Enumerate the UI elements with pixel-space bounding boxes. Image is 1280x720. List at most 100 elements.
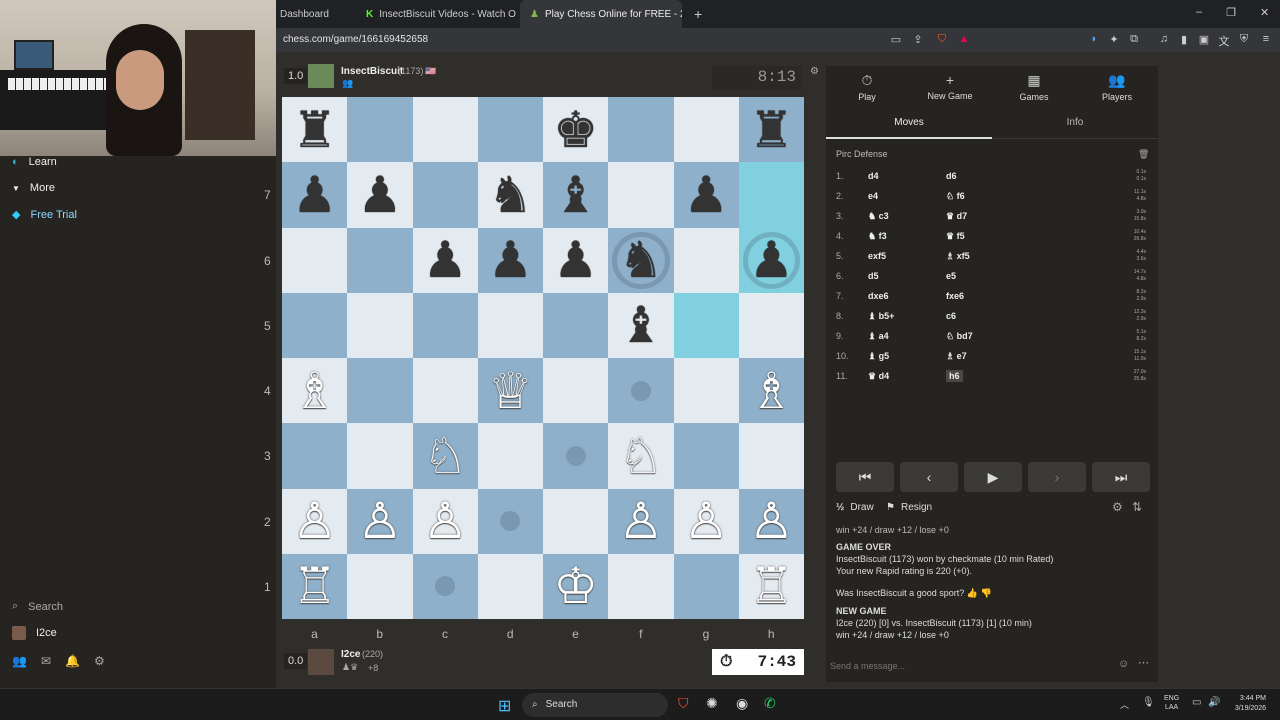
square-d7[interactable]: ♞ <box>477 162 543 228</box>
square-a3[interactable] <box>282 423 348 489</box>
black-piece[interactable]: ♟ <box>292 170 337 220</box>
square-g3[interactable] <box>673 423 739 489</box>
square-e6[interactable]: ♟ <box>543 227 609 293</box>
square-h6[interactable]: ♟ <box>738 227 804 293</box>
vpn-icon[interactable]: ⛨ <box>1236 33 1252 46</box>
last-move-button[interactable]: ⏭ <box>1092 462 1150 492</box>
white-move[interactable]: d5 <box>868 271 946 281</box>
settings-icon[interactable]: ⚙ <box>810 66 819 77</box>
play-button[interactable]: ▶ <box>964 462 1022 492</box>
black-piece[interactable]: ♟ <box>357 170 402 220</box>
white-piece[interactable]: ♖ <box>749 561 794 611</box>
thumbs-down-icon[interactable]: 👎 <box>980 588 991 598</box>
square-g4[interactable] <box>673 358 739 424</box>
tab-insectbiscuit-videos[interactable]: KInsectBiscuit Videos - Watch On-Dem <box>356 0 516 28</box>
white-piece[interactable]: ♙ <box>357 496 402 546</box>
square-g1[interactable] <box>673 553 739 619</box>
square-a5[interactable] <box>282 292 348 358</box>
white-move[interactable]: dxe6 <box>868 291 946 301</box>
puzzle-icon[interactable]: ⧉ <box>1126 33 1142 46</box>
flip-board-icon[interactable]: ⇅ <box>1132 500 1142 514</box>
bell-icon[interactable]: 🔔 <box>65 654 80 668</box>
square-b6[interactable] <box>347 227 413 293</box>
square-d2[interactable] <box>477 488 543 554</box>
tab-dashboard[interactable]: Dashboard <box>270 0 350 28</box>
white-piece[interactable]: ♗ <box>292 366 337 416</box>
square-h2[interactable]: ♙ <box>738 488 804 554</box>
friends-icon[interactable]: 👥 <box>12 654 27 668</box>
white-piece[interactable]: ♘ <box>618 431 663 481</box>
white-move[interactable]: ♝ b5+ <box>868 311 946 322</box>
square-c4[interactable] <box>412 358 478 424</box>
menu-icon[interactable]: ≡ <box>1258 33 1274 45</box>
obs-taskbar-icon[interactable]: ◉ <box>736 695 748 712</box>
black-move[interactable]: d6 <box>946 171 1026 181</box>
tab-moves[interactable]: Moves <box>826 110 992 139</box>
square-c1[interactable] <box>412 553 478 619</box>
black-move[interactable]: e5 <box>946 271 1026 281</box>
top-player-avatar[interactable] <box>308 64 334 88</box>
trash-icon[interactable]: 🗑 <box>1138 149 1149 160</box>
white-piece[interactable]: ♙ <box>618 496 663 546</box>
tray-chevron-icon[interactable]: ︿ <box>1120 698 1129 711</box>
white-piece[interactable]: ♙ <box>749 496 794 546</box>
white-move[interactable]: e4 <box>868 191 946 201</box>
black-move[interactable]: ♘ bd7 <box>946 331 1026 342</box>
square-g6[interactable] <box>673 227 739 293</box>
draw-button[interactable]: ½ Draw <box>836 502 874 513</box>
square-a4[interactable]: ♗ <box>282 358 348 424</box>
square-b7[interactable]: ♟ <box>347 162 413 228</box>
sidebar-item-free-trial[interactable]: ◆ Free Trial <box>12 208 77 222</box>
square-c8[interactable] <box>412 97 478 163</box>
nav-games[interactable]: ▦ Games <box>1004 72 1064 102</box>
rewards-icon[interactable]: ▲ <box>956 33 972 45</box>
square-f5[interactable]: ♝ <box>608 292 674 358</box>
square-d3[interactable] <box>477 423 543 489</box>
brave-shield-icon[interactable]: ⛉ <box>934 33 950 46</box>
black-piece[interactable]: ♞ <box>618 235 663 285</box>
square-h8[interactable]: ♜ <box>738 97 804 163</box>
square-b5[interactable] <box>347 292 413 358</box>
square-g8[interactable] <box>673 97 739 163</box>
square-h4[interactable]: ♗ <box>738 358 804 424</box>
square-g5[interactable] <box>673 292 739 358</box>
square-a2[interactable]: ♙ <box>282 488 348 554</box>
square-f2[interactable]: ♙ <box>608 488 674 554</box>
square-d6[interactable]: ♟ <box>477 227 543 293</box>
square-h7[interactable] <box>738 162 804 228</box>
square-c6[interactable]: ♟ <box>412 227 478 293</box>
white-move[interactable]: ♝ a4 <box>868 331 946 342</box>
share-icon[interactable]: ⇪ <box>910 33 926 46</box>
prev-move-button[interactable]: ‹ <box>900 462 958 492</box>
square-g7[interactable]: ♟ <box>673 162 739 228</box>
thumbs-up-icon[interactable]: 👍 <box>967 588 978 598</box>
next-move-button[interactable]: › <box>1028 462 1086 492</box>
square-f4[interactable] <box>608 358 674 424</box>
translate-icon[interactable]: 文 <box>1216 33 1232 49</box>
sidebar-icon[interactable]: ▮ <box>1176 33 1192 46</box>
square-e1[interactable]: ♔ <box>543 553 609 619</box>
more-options-icon[interactable]: ⋯ <box>1138 656 1149 669</box>
square-b4[interactable] <box>347 358 413 424</box>
square-e8[interactable]: ♚ <box>543 97 609 163</box>
square-d8[interactable] <box>477 97 543 163</box>
black-move[interactable]: fxe6 <box>946 291 1026 301</box>
sidebar-search[interactable]: ⌕ Search <box>12 600 63 613</box>
tab-info[interactable]: Info <box>992 110 1158 139</box>
square-e2[interactable] <box>543 488 609 554</box>
chess-board[interactable]: ♜ ♚ ♜ ♟ ♟ ♞ ♝ ♟ ♟ ♟ ♟ ♞ ♟ ♝ ♗ ♕ ♗ ♘ ♘ ♙ ♙ ♙ ♙ ♙ ♙ ♖ ♔ ♖ <box>282 97 804 619</box>
whatsapp-taskbar-icon[interactable]: ✆ <box>764 695 776 712</box>
analysis-icon[interactable]: ⚙ <box>1112 500 1123 514</box>
tab-play-chess[interactable]: ♟Play Chess Online for FREE - 2 P× <box>520 0 682 28</box>
brave-taskbar-icon[interactable]: ⛉ <box>678 695 689 712</box>
taskbar-search[interactable]: ⌕ Search <box>522 693 668 717</box>
square-c7[interactable] <box>412 162 478 228</box>
square-b8[interactable] <box>347 97 413 163</box>
square-f8[interactable] <box>608 97 674 163</box>
square-c3[interactable]: ♘ <box>412 423 478 489</box>
volume-icon[interactable]: 🔊 <box>1208 697 1220 708</box>
emoji-icon[interactable]: ☺ <box>1118 658 1129 670</box>
black-move[interactable]: ♛ f5 <box>946 231 1026 242</box>
square-h1[interactable]: ♖ <box>738 553 804 619</box>
black-move[interactable]: ♗ xf5 <box>946 251 1026 262</box>
